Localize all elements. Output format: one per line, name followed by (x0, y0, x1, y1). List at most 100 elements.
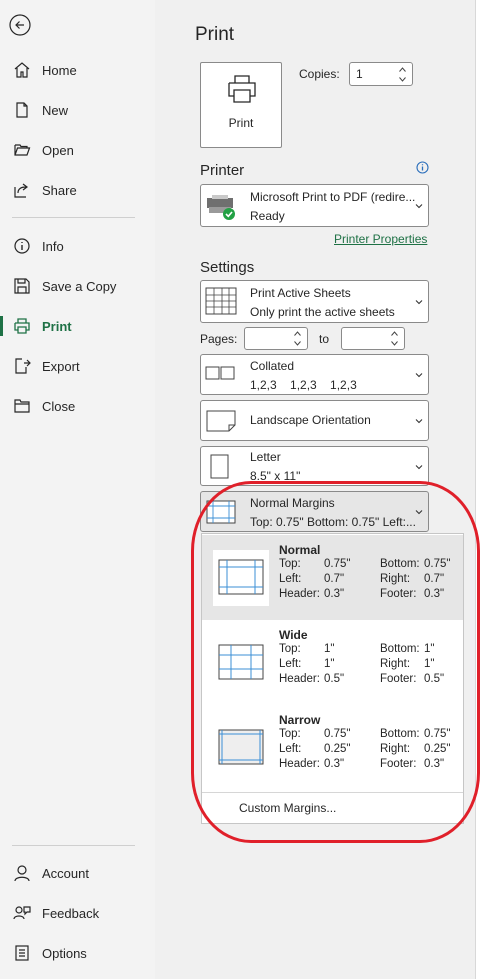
left-value: 1" (324, 658, 335, 670)
footer-label: Footer: (380, 758, 417, 770)
left-label: Left: (279, 573, 302, 585)
narrow-margin-preview (213, 720, 269, 776)
right-value: 0.25" (424, 743, 451, 755)
page-title: Print (195, 24, 235, 45)
export-icon (12, 356, 32, 376)
person-icon (12, 863, 32, 883)
sidebar-item-label: Open (42, 142, 74, 158)
info-icon (12, 236, 32, 256)
top-value: 0.75" (324, 558, 351, 570)
bottom-value: 0.75" (424, 728, 451, 740)
landscape-page-icon (206, 410, 236, 432)
header-label: Header: (279, 673, 320, 685)
preview-edge (475, 0, 483, 979)
top-label: Top: (279, 558, 301, 570)
sidebar-item-print[interactable]: Print (8, 311, 148, 341)
margin-option-normal[interactable]: Normal Top: 0.75" Bottom: 0.75" Left: 0.… (202, 535, 463, 620)
sidebar-item-label: Feedback (42, 905, 100, 921)
pages-label: Pages: (200, 332, 238, 346)
print-what-dropdown[interactable]: Print Active Sheets Only print the activ… (200, 280, 429, 323)
collation-sub: 1,2,3 1,2,3 1,2,3 (250, 378, 357, 392)
save-copy-icon (12, 276, 32, 296)
chevron-down-icon[interactable] (399, 77, 406, 82)
pages-to-stepper[interactable] (341, 327, 405, 350)
header-label: Header: (279, 588, 320, 600)
chevron-up-icon[interactable] (399, 67, 406, 72)
sidebar-item-share[interactable]: Share (8, 175, 148, 205)
footer-label: Footer: (380, 588, 417, 600)
right-value: 1" (424, 658, 435, 670)
sidebar-item-label: Info (42, 238, 64, 254)
orientation-title: Landscape Orientation (250, 413, 371, 427)
sidebar-item-save-a-copy[interactable]: Save a Copy (8, 271, 148, 301)
right-value: 0.7" (424, 573, 445, 585)
folder-open-icon (12, 140, 32, 160)
sidebar-item-label: Home (42, 62, 77, 78)
right-label: Right: (380, 743, 411, 755)
bottom-label: Bottom: (380, 558, 420, 570)
paper-size-sub: 8.5" x 11" (250, 469, 301, 483)
copies-stepper[interactable]: 1 (349, 62, 413, 86)
pages-to-label: to (319, 332, 330, 346)
right-label: Right: (380, 573, 411, 585)
sidebar-item-feedback[interactable]: Feedback (8, 898, 148, 928)
sidebar-item-account[interactable]: Account (8, 858, 148, 888)
footer-value: 0.3" (424, 588, 445, 600)
back-arrow-icon (9, 14, 31, 36)
print-button[interactable]: Print (200, 62, 282, 148)
copies-label: Copies: (299, 67, 340, 81)
option-name: Wide (279, 628, 308, 642)
print-button-label: Print (228, 116, 254, 130)
sidebar-item-label: Options (42, 945, 87, 961)
sidebar-item-label: Account (42, 865, 89, 881)
chevron-up-icon[interactable] (391, 331, 398, 336)
collation-title: Collated (250, 359, 295, 373)
option-name: Normal (279, 543, 321, 557)
sidebar-item-options[interactable]: Options (8, 938, 148, 968)
margins-title: Normal Margins (250, 496, 335, 510)
margins-sub: Top: 0.75" Bottom: 0.75" Left:... (250, 515, 416, 529)
home-icon (12, 60, 32, 80)
sidebar-item-label: Close (42, 398, 76, 414)
printer-icon (228, 75, 256, 103)
left-label: Left: (279, 743, 302, 755)
sidebar-item-export[interactable]: Export (8, 351, 148, 381)
printer-properties-link[interactable]: Printer Properties (334, 232, 427, 246)
chevron-down-icon[interactable] (391, 341, 398, 346)
chevron-up-icon[interactable] (294, 331, 301, 336)
top-label: Top: (279, 728, 301, 740)
sidebar-item-close[interactable]: Close (8, 391, 148, 421)
chevron-down-icon (415, 510, 423, 515)
sidebar-item-info[interactable]: Info (8, 231, 148, 261)
printer-dropdown[interactable]: Microsoft Print to PDF (redire... Ready (200, 184, 429, 227)
chevron-down-icon[interactable] (294, 341, 301, 346)
sidebar-item-new[interactable]: New (8, 95, 148, 125)
margins-menu: Normal Top: 0.75" Bottom: 0.75" Left: 0.… (201, 533, 464, 824)
paper-size-dropdown[interactable]: Letter 8.5" x 11" (200, 446, 429, 486)
header-value: 0.5" (324, 673, 345, 685)
sidebar-item-open[interactable]: Open (8, 135, 148, 165)
close-folder-icon (12, 396, 32, 416)
sidebar-divider (12, 845, 135, 846)
pages-from-stepper[interactable] (244, 327, 308, 350)
sidebar-divider (12, 217, 135, 218)
top-label: Top: (279, 643, 301, 655)
margin-option-wide[interactable]: Wide Top: 1" Bottom: 1" Left: 1" Right: … (202, 620, 463, 705)
right-label: Right: (380, 658, 411, 670)
collated-pages-icon (205, 366, 235, 380)
bottom-label: Bottom: (380, 643, 420, 655)
back-button[interactable] (9, 14, 31, 36)
chevron-down-icon (415, 373, 423, 378)
bottom-value: 0.75" (424, 558, 451, 570)
sidebar-item-home[interactable]: Home (8, 55, 148, 85)
margins-dropdown[interactable]: Normal Margins Top: 0.75" Bottom: 0.75" … (200, 491, 429, 532)
info-icon[interactable] (416, 161, 429, 174)
orientation-dropdown[interactable]: Landscape Orientation (200, 400, 429, 441)
normal-margin-preview (213, 550, 269, 606)
portrait-page-icon (210, 454, 229, 479)
custom-margins-item[interactable]: Custom Margins... (239, 801, 336, 815)
margins-icon (206, 500, 236, 524)
margin-option-narrow[interactable]: Narrow Top: 0.75" Bottom: 0.75" Left: 0.… (202, 705, 463, 790)
chevron-down-icon (415, 419, 423, 424)
collation-dropdown[interactable]: Collated 1,2,3 1,2,3 1,2,3 (200, 354, 429, 395)
